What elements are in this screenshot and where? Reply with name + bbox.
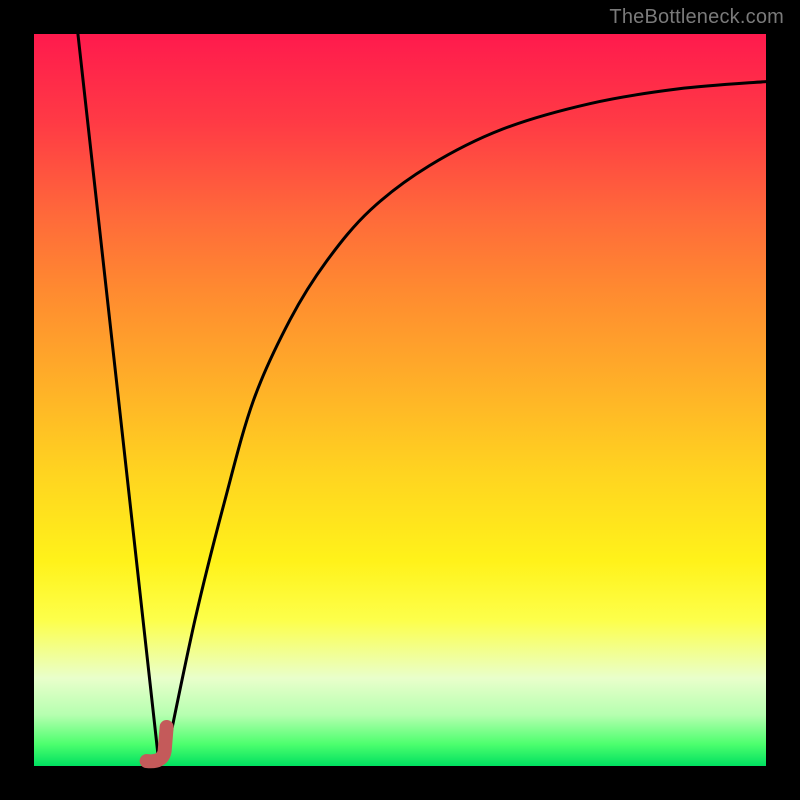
curve-layer [34, 34, 766, 766]
watermark-text: TheBottleneck.com [609, 6, 784, 29]
curve-left-descent [78, 34, 159, 759]
chart-frame: TheBottleneck.com [0, 0, 800, 800]
plot-area [34, 34, 766, 766]
curve-right-ascent [166, 82, 766, 759]
